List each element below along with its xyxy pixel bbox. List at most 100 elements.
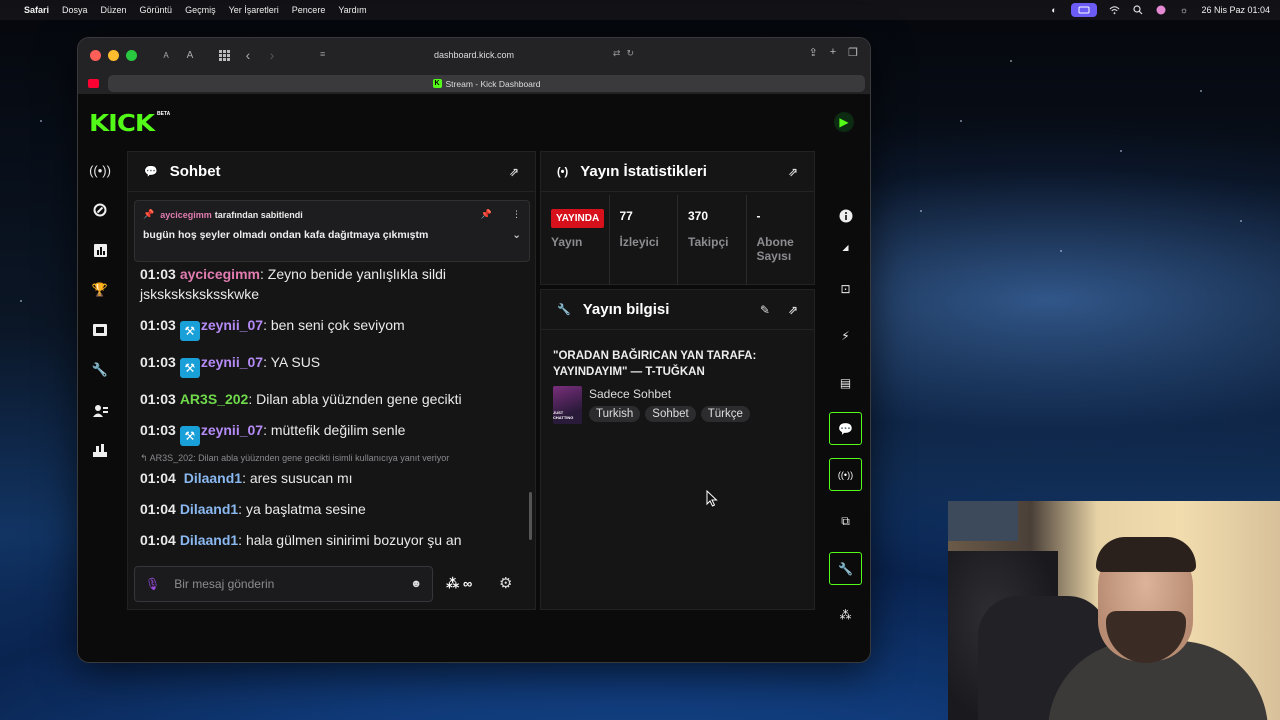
chat-message[interactable]: 01:04 Dilaand1: ares susucan mı: [140, 468, 525, 488]
kicks-button[interactable]: ⁂ ∞: [446, 576, 472, 592]
stat-value: 77: [619, 209, 633, 223]
forward-chevron-icon[interactable]: ›: [261, 45, 283, 65]
edit-pencil-icon[interactable]: ✎: [760, 303, 770, 317]
info-icon[interactable]: [829, 199, 862, 232]
popout-icon[interactable]: ⇗: [788, 165, 798, 179]
back-chevron-icon[interactable]: ‹: [237, 45, 259, 65]
pinned-by-user[interactable]: aycicegimm: [160, 210, 212, 220]
tab-overview-icon[interactable]: [213, 45, 235, 65]
reply-arrow-icon: ↰: [140, 453, 148, 463]
screen-mirroring-icon[interactable]: [1071, 3, 1098, 17]
translate-icon[interactable]: ⇄: [613, 48, 621, 59]
popout-icon[interactable]: ⇗: [788, 303, 798, 317]
notes-icon[interactable]: ▤: [829, 366, 862, 399]
share-icon[interactable]: ⇪: [808, 46, 817, 59]
menu-duzen[interactable]: Düzen: [101, 5, 127, 15]
menu-yer-isaretleri[interactable]: Yer İşaretleri: [229, 5, 279, 15]
chat-input-box[interactable]: 🎙 ☻: [134, 566, 433, 602]
lightning-icon[interactable]: ⚡: [829, 319, 862, 352]
tab-kick-dashboard[interactable]: K Stream - Kick Dashboard: [108, 75, 865, 92]
menu-app-name[interactable]: Safari: [24, 5, 49, 15]
spotlight-search-icon[interactable]: [1132, 5, 1143, 16]
info-title: Yayın bilgisi: [582, 301, 670, 318]
address-bar[interactable]: ≡ dashboard.kick.com ⇄ ↻: [314, 46, 634, 64]
chat-scrollbar[interactable]: [529, 492, 532, 540]
tag[interactable]: Sohbet: [645, 406, 696, 422]
text-smaller-button[interactable]: A: [155, 45, 177, 65]
kicks-icon: ⁂: [446, 576, 460, 591]
menu-pencere[interactable]: Pencere: [292, 5, 326, 15]
page-menu-icon[interactable]: ≡: [320, 49, 325, 59]
message-username[interactable]: Dilaand1: [180, 470, 242, 486]
message-username[interactable]: Dilaand1: [180, 532, 238, 548]
broadcast-toggle-icon[interactable]: ((•)): [829, 458, 862, 491]
chat-message[interactable]: 01:04 Dilaand1: hala gülmen sinirimi bozu…: [140, 530, 525, 550]
stream-category[interactable]: Sadece Sohbet: [589, 387, 671, 401]
screenshot-icon[interactable]: ⊡: [829, 272, 862, 305]
message-text: : müttefik değilim senle: [263, 422, 406, 438]
popout-icon[interactable]: ⇗: [509, 165, 519, 179]
chat-toggle-icon[interactable]: 💬: [829, 412, 862, 445]
microphone-icon[interactable]: 🎙: [145, 577, 160, 591]
message-input[interactable]: [174, 577, 385, 591]
tabs-icon[interactable]: ❐: [848, 46, 858, 59]
tag[interactable]: Türkçe: [700, 406, 750, 422]
siri-icon[interactable]: [1155, 5, 1166, 16]
nav-users-icon[interactable]: [83, 390, 117, 430]
message-time: 01:03: [140, 354, 176, 370]
menubar-datetime[interactable]: 26 Nis Paz 01:04: [1201, 5, 1270, 15]
message-time: 01:04: [140, 501, 176, 517]
kick-logo[interactable]: KICK: [89, 111, 155, 138]
nav-analytics-icon[interactable]: [83, 230, 117, 270]
tab-title: Stream - Kick Dashboard: [445, 78, 541, 89]
menu-dosya[interactable]: Dosya: [62, 5, 88, 15]
chat-message[interactable]: 01:03 ⚒ zeynii_07: müttefik değilim senle: [140, 420, 525, 446]
nav-trophy-icon[interactable]: 🏆: [83, 270, 117, 310]
wifi-icon[interactable]: [1109, 5, 1120, 16]
message-username[interactable]: aycicegimm: [180, 266, 260, 282]
control-center-icon[interactable]: ☼: [1178, 5, 1189, 16]
close-window-button[interactable]: [90, 49, 101, 61]
menu-gecmis[interactable]: Geçmiş: [185, 5, 216, 15]
nav-wrench-icon[interactable]: 🔧: [83, 350, 117, 390]
chat-message[interactable]: 01:03 ⚒ zeynii_07: ben seni çok seviyom: [140, 315, 525, 341]
new-tab-icon[interactable]: +: [830, 46, 836, 59]
layout-icon[interactable]: ⧉: [829, 505, 862, 538]
chat-panel: 💬 Sohbet ⇗ 📌 aycicegimm tarafından sabit…: [127, 151, 536, 610]
message-username[interactable]: AR3S_202: [180, 391, 249, 407]
chevron-down-icon[interactable]: ⌄: [512, 229, 521, 241]
menu-goruntu[interactable]: Görüntü: [140, 5, 173, 15]
wrench-toggle-icon[interactable]: 🔧: [829, 552, 862, 585]
text-larger-button[interactable]: A: [179, 45, 201, 65]
menu-yardim[interactable]: Yardım: [338, 5, 366, 15]
nav-community-icon[interactable]: [83, 430, 117, 470]
more-options-icon[interactable]: ⋮: [512, 209, 521, 220]
message-username[interactable]: zeynii_07: [201, 317, 263, 333]
nav-link-icon[interactable]: [83, 190, 117, 230]
browser-toolbar: A A ‹ › ≡ dashboard.kick.com ⇄ ↻ ⇪ + ❐: [78, 38, 870, 72]
chat-message[interactable]: 01:03 aycicegimm: Zeyno benide yanlışlıkl…: [140, 264, 525, 304]
unpin-icon[interactable]: 📌: [481, 209, 492, 220]
nav-video-icon[interactable]: [83, 310, 117, 350]
tag[interactable]: Turkish: [589, 406, 641, 422]
signal-icon[interactable]: ◢: [829, 238, 862, 256]
youtube-tab-icon[interactable]: [88, 79, 99, 88]
reply-context[interactable]: ↰ AR3S_202: Dilan abla yüüznden gene gec…: [140, 453, 525, 464]
pinned-message[interactable]: 📌 aycicegimm tarafından sabitlendi 📌 ⋮ b…: [134, 200, 530, 262]
chat-message[interactable]: 01:03 AR3S_202: Dilan abla yüüznden gene …: [140, 389, 525, 409]
user-avatar[interactable]: ▶: [834, 112, 854, 132]
nav-stream-icon[interactable]: ((•)): [83, 150, 117, 190]
zoom-window-button[interactable]: [126, 49, 137, 61]
chat-message[interactable]: 01:03 ⚒ zeynii_07: YA SUS: [140, 352, 525, 378]
emoji-icon[interactable]: ☻: [410, 578, 422, 590]
status-menu-icon[interactable]: ◐: [1048, 5, 1059, 16]
settings-gear-icon[interactable]: ⚙: [499, 574, 512, 592]
message-username[interactable]: zeynii_07: [201, 422, 263, 438]
message-username[interactable]: Dilaand1: [180, 501, 238, 517]
kicks-icon[interactable]: ⁂: [829, 598, 862, 631]
minimize-window-button[interactable]: [108, 49, 119, 61]
reload-icon[interactable]: ↻: [626, 48, 634, 59]
message-username[interactable]: zeynii_07: [201, 354, 263, 370]
chat-message[interactable]: 01:04 Dilaand1: ya başlatma sesine: [140, 499, 525, 519]
category-thumbnail[interactable]: JUST CHATTING: [553, 386, 582, 424]
